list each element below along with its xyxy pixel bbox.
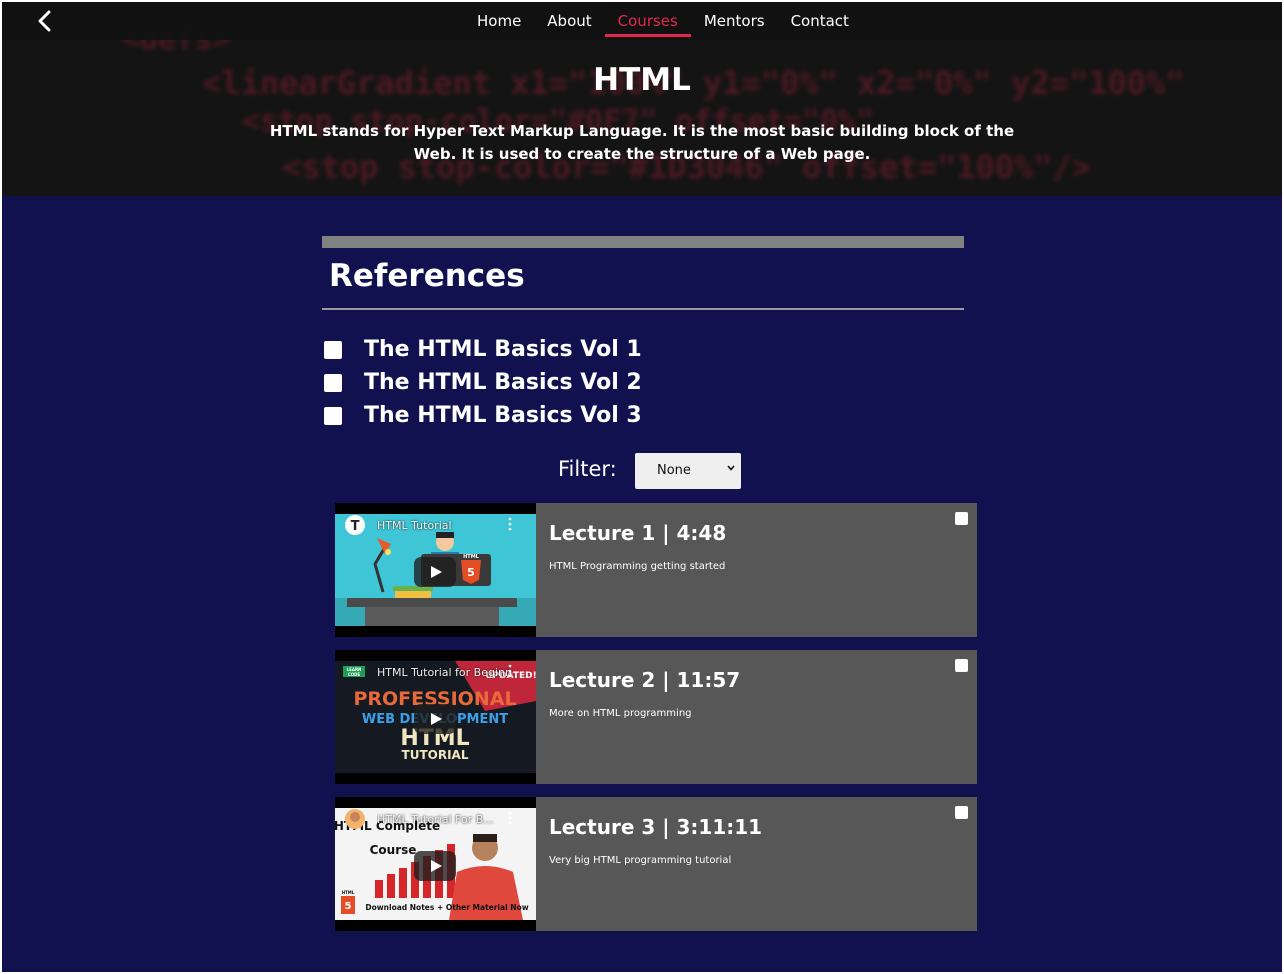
page-title: HTML [593, 62, 691, 98]
reference-label[interactable]: The HTML Basics Vol 1 [364, 337, 642, 362]
reference-item: The HTML Basics Vol 3 [324, 399, 642, 432]
reference-checkbox[interactable] [324, 340, 342, 359]
video-thumbnail[interactable]: UPDATED! LEARN CODE PROFESSIONAL WEB DEV… [335, 650, 536, 784]
thumbnail-text: Course [370, 843, 417, 857]
lecture-card: HTML Complete Course 5 HTML Download Not… [335, 797, 977, 931]
nav-item-contact[interactable]: Contact [778, 2, 862, 40]
lecture-checkbox[interactable] [955, 659, 968, 672]
lecture-checkbox[interactable] [955, 512, 968, 525]
reference-label[interactable]: The HTML Basics Vol 2 [364, 370, 642, 395]
nav-item-about[interactable]: About [534, 2, 604, 40]
hero-banner: <defs> <linearGradient x1="100%" y1="0%"… [2, 2, 1282, 196]
nav-menu: Home About Courses Mentors Contact [464, 2, 862, 40]
reference-checkbox[interactable] [324, 406, 342, 425]
top-nav: Home About Courses Mentors Contact [2, 2, 1282, 40]
section-top-bar [322, 236, 964, 248]
svg-text:T: T [351, 519, 360, 534]
lecture-title: Lecture 3 | 3:11:11 [549, 815, 763, 839]
reference-item: The HTML Basics Vol 1 [324, 333, 642, 366]
reference-label[interactable]: The HTML Basics Vol 3 [364, 403, 642, 428]
page-description: HTML stands for Hyper Text Markup Langua… [269, 122, 1015, 163]
chevron-down-icon [727, 465, 735, 471]
reference-item: The HTML Basics Vol 2 [324, 366, 642, 399]
svg-text:5: 5 [467, 566, 475, 579]
thumbnail-text: Download Notes + Other Material Now [365, 903, 528, 912]
references-divider [322, 308, 964, 310]
html5-badge: HTML [463, 554, 480, 560]
references-list: The HTML Basics Vol 1 The HTML Basics Vo… [324, 333, 642, 432]
more-vert-icon[interactable] [507, 664, 513, 678]
video-thumbnail[interactable]: HTML Complete Course 5 HTML Download Not… [335, 797, 536, 931]
lecture-title: Lecture 1 | 4:48 [549, 521, 727, 545]
video-title: HTML Tutorial [377, 519, 452, 532]
page: <defs> <linearGradient x1="100%" y1="0%"… [2, 2, 1282, 972]
nav-item-home[interactable]: Home [464, 2, 534, 40]
lecture-checkbox[interactable] [955, 806, 968, 819]
lecture-description: HTML Programming getting started [549, 561, 726, 572]
play-icon[interactable] [414, 851, 456, 881]
references-heading: References [329, 258, 525, 294]
html5-badge: HTML [342, 890, 355, 895]
learn-code-logo: CODE [348, 672, 361, 677]
back-chevron-icon[interactable] [36, 10, 54, 32]
video-title: HTML Tutorial For B... [377, 813, 494, 826]
svg-text:5: 5 [345, 901, 352, 912]
nav-item-courses[interactable]: Courses [604, 2, 692, 40]
filter-select[interactable]: None [635, 453, 741, 489]
lecture-description: More on HTML programming [549, 708, 692, 719]
nav-item-mentors[interactable]: Mentors [691, 2, 778, 40]
filter-selected-value: None [657, 463, 691, 478]
filter-label: Filter: [558, 457, 617, 481]
more-vert-icon[interactable] [507, 517, 513, 531]
lecture-card: UPDATED! LEARN CODE PROFESSIONAL WEB DEV… [335, 650, 977, 784]
lecture-card: 5 HTML T HTML Tutorial Lecture 1 | 4:48 … [335, 503, 977, 637]
lecture-description: Very big HTML programming tutorial [549, 855, 732, 866]
play-icon[interactable] [414, 557, 456, 587]
video-title: HTML Tutorial for Beginners [377, 666, 513, 679]
reference-checkbox[interactable] [324, 373, 342, 392]
play-icon[interactable] [414, 704, 456, 734]
more-vert-icon[interactable] [507, 811, 513, 825]
lecture-title: Lecture 2 | 11:57 [549, 668, 741, 692]
video-thumbnail[interactable]: 5 HTML T HTML Tutorial [335, 503, 536, 637]
thumbnail-text: TUTORIAL [402, 748, 469, 762]
